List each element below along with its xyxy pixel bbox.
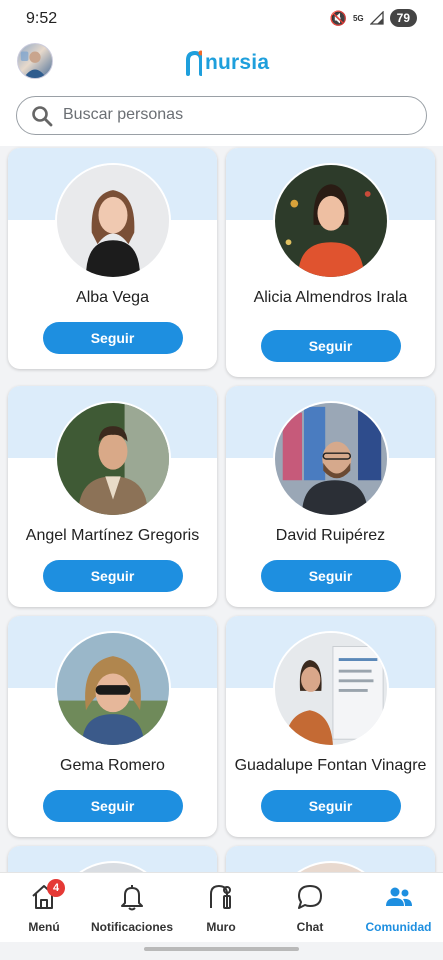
wall-icon <box>210 884 231 909</box>
status-icons: 🔇 5G 79 <box>330 9 417 27</box>
profile-photo[interactable] <box>54 163 171 279</box>
user-avatar[interactable] <box>17 43 53 79</box>
follow-button[interactable]: Seguir <box>42 790 183 822</box>
person-card[interactable]: Alicia Almendros Irala Seguir <box>226 148 435 377</box>
chat-bubble-icon <box>298 885 322 909</box>
search-area <box>0 86 443 146</box>
follow-button[interactable]: Seguir <box>260 330 401 362</box>
nav-menu[interactable]: 4 Menú <box>0 873 88 943</box>
app-header: nursia <box>0 40 443 86</box>
profile-photo[interactable] <box>272 401 389 517</box>
signal-icon <box>369 11 384 25</box>
follow-button[interactable]: Seguir <box>260 790 401 822</box>
home-gesture-bar[interactable] <box>144 947 299 951</box>
nav-comunidad[interactable]: Comunidad <box>354 873 443 943</box>
status-bar: 9:52 🔇 5G 79 <box>0 0 443 40</box>
search-box[interactable] <box>16 96 427 135</box>
nav-label: Menú <box>28 920 60 934</box>
nursia-logo: nursia <box>186 48 269 78</box>
person-card[interactable]: Gema Romero Seguir <box>8 616 217 837</box>
status-time: 9:52 <box>26 10 58 27</box>
person-card[interactable]: David Ruipérez Seguir <box>226 386 435 607</box>
nav-chat[interactable]: Chat <box>266 873 354 943</box>
follow-button[interactable]: Seguir <box>42 560 183 592</box>
profile-photo[interactable] <box>272 631 389 747</box>
notification-badge: 4 <box>47 879 65 897</box>
person-name: Alba Vega <box>76 289 149 306</box>
person-card[interactable]: Alba Vega Seguir <box>8 148 217 369</box>
search-icon <box>32 106 53 127</box>
person-name: Gema Romero <box>60 757 165 774</box>
network-type: 5G <box>352 13 364 23</box>
person-name: Alicia Almendros Irala <box>253 289 408 306</box>
nav-label: Muro <box>206 920 236 934</box>
profile-photo[interactable] <box>54 401 171 517</box>
person-name: Angel Martínez Gregoris <box>25 527 200 544</box>
nav-label: Notificaciones <box>90 920 174 934</box>
community-icon <box>385 887 412 906</box>
logo-mark-icon <box>186 50 202 76</box>
profile-photo[interactable] <box>54 631 171 747</box>
gesture-area <box>0 942 443 960</box>
profile-photo[interactable] <box>272 163 389 279</box>
bottom-navigation: 4 Menú Notificaciones Muro Chat Comunida… <box>0 872 443 942</box>
nav-label: Comunidad <box>365 920 432 934</box>
person-card[interactable]: Angel Martínez Gregoris Seguir <box>8 386 217 607</box>
person-card[interactable]: Guadalupe Fontan Vinagre Seguir <box>226 616 435 837</box>
follow-button[interactable]: Seguir <box>260 560 401 592</box>
nav-notificaciones[interactable]: Notificaciones <box>88 873 176 943</box>
follow-button[interactable]: Seguir <box>42 322 183 354</box>
person-name: Guadalupe Fontan Vinagre <box>234 757 427 774</box>
nav-muro[interactable]: Muro <box>176 873 266 943</box>
search-input[interactable] <box>63 97 413 133</box>
battery-indicator: 79 <box>389 9 417 27</box>
bell-icon <box>121 885 143 911</box>
person-name: David Ruipérez <box>275 527 386 544</box>
logo-text: nursia <box>205 51 270 74</box>
mute-icon: 🔇 <box>329 9 347 26</box>
nav-label: Chat <box>296 920 324 934</box>
